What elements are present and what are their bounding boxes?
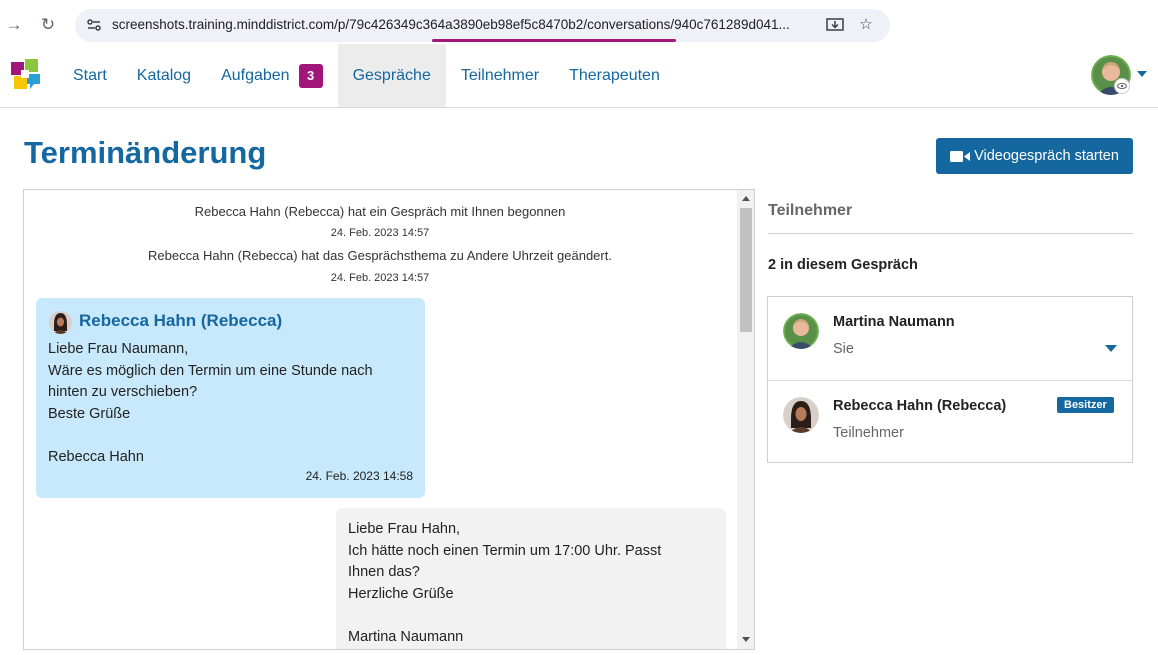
nav-start-label: Start bbox=[73, 66, 107, 84]
conversation-scrollbar[interactable] bbox=[737, 190, 754, 649]
nav-gespraeche-label: Gespräche bbox=[352, 66, 431, 84]
nav-gespraeche[interactable]: Gespräche bbox=[337, 44, 446, 107]
message-body: Liebe Frau Naumann, Wäre es möglich den … bbox=[48, 341, 373, 465]
incoming-message: Rebecca Hahn (Rebecca) Liebe Frau Nauman… bbox=[36, 298, 425, 498]
browser-toolbar: → ↻ screenshots.training.minddistrict.co… bbox=[0, 0, 1158, 48]
nav-teilnehmer[interactable]: Teilnehmer bbox=[446, 44, 554, 107]
url-rest: /conversations/940c761289d041... bbox=[583, 17, 790, 32]
participant-name: Martina Naumann bbox=[833, 314, 955, 330]
url-highlight bbox=[432, 39, 676, 42]
participant-row[interactable]: Martina Naumann Sie bbox=[768, 297, 1132, 380]
start-video-call-button[interactable]: Videogespräch starten bbox=[936, 138, 1133, 174]
outgoing-message: Liebe Frau Hahn, Ich hätte noch einen Te… bbox=[336, 508, 726, 649]
message-body: Liebe Frau Hahn, Ich hätte noch einen Te… bbox=[348, 521, 662, 645]
conversation-panel[interactable]: Rebecca Hahn (Rebecca) hat ein Gespräch … bbox=[23, 189, 755, 650]
participant-role: Teilnehmer bbox=[833, 425, 904, 441]
nav-therapeuten[interactable]: Therapeuten bbox=[554, 44, 675, 107]
bookmark-star-icon[interactable]: ☆ bbox=[856, 15, 876, 35]
scroll-down-arrow-icon[interactable] bbox=[742, 637, 750, 642]
nav-katalog-label: Katalog bbox=[136, 66, 192, 84]
author-avatar bbox=[49, 311, 72, 334]
participant-name: Rebecca Hahn (Rebecca) bbox=[833, 398, 1007, 414]
owner-badge: Besitzer bbox=[1057, 397, 1114, 413]
participants-divider bbox=[768, 233, 1133, 234]
main-nav: Start Katalog Aufgaben 3 Gespräche Teilne… bbox=[58, 44, 675, 107]
url-text: screenshots.training.minddistrict.com/p/… bbox=[112, 17, 790, 32]
participant-row: Rebecca Hahn (Rebecca) Besitzer Teilnehm… bbox=[768, 380, 1132, 463]
reload-icon[interactable]: ↻ bbox=[37, 14, 59, 36]
user-menu-chevron-down-icon[interactable] bbox=[1137, 71, 1147, 77]
url-id: 79c426349c364a3890eb98ef5c8470b2 bbox=[349, 17, 584, 32]
scroll-up-arrow-icon[interactable] bbox=[742, 196, 750, 201]
address-bar[interactable]: screenshots.training.minddistrict.com/p/… bbox=[75, 9, 890, 42]
system-message: Rebecca Hahn (Rebecca) hat ein Gespräch … bbox=[194, 204, 566, 219]
message-time: 24. Feb. 2023 14:58 bbox=[305, 469, 413, 483]
nav-start[interactable]: Start bbox=[58, 44, 122, 107]
nav-teilnehmer-label: Teilnehmer bbox=[460, 66, 540, 84]
system-message-time: 24. Feb. 2023 14:57 bbox=[330, 272, 430, 284]
nav-aufgaben[interactable]: Aufgaben 3 bbox=[206, 44, 338, 107]
minddistrict-logo-icon[interactable] bbox=[11, 59, 41, 91]
forward-icon[interactable]: → bbox=[3, 14, 25, 36]
url-host: screenshots.training.minddistrict.com/p/ bbox=[112, 17, 350, 32]
install-app-icon[interactable] bbox=[825, 15, 845, 35]
participants-count: 2 in diesem Gespräch bbox=[768, 257, 918, 273]
nav-therapeuten-label: Therapeuten bbox=[569, 66, 660, 84]
nav-katalog[interactable]: Katalog bbox=[122, 44, 206, 107]
participant-avatar bbox=[783, 397, 819, 433]
participants-list: Martina Naumann Sie Rebecca Hahn (Rebecc… bbox=[767, 296, 1133, 463]
eye-icon bbox=[1114, 78, 1130, 94]
video-camera-icon bbox=[950, 150, 971, 162]
system-message: Rebecca Hahn (Rebecca) hat das Gesprächs… bbox=[148, 248, 612, 263]
participant-avatar bbox=[783, 313, 819, 349]
page-title: Terminänderung bbox=[24, 135, 267, 170]
message-author: Rebecca Hahn (Rebecca) bbox=[79, 311, 283, 330]
scroll-thumb[interactable] bbox=[740, 208, 752, 332]
system-message-time: 24. Feb. 2023 14:57 bbox=[330, 227, 430, 239]
participants-heading: Teilnehmer bbox=[768, 202, 853, 219]
chevron-down-icon[interactable] bbox=[1105, 345, 1117, 352]
tasks-count-badge: 3 bbox=[298, 63, 323, 88]
participant-role: Sie bbox=[833, 341, 854, 357]
app-header: Start Katalog Aufgaben 3 Gespräche Teilne… bbox=[0, 44, 1158, 108]
site-settings-icon[interactable] bbox=[85, 16, 103, 34]
start-video-call-label: Videogespräch starten bbox=[974, 148, 1119, 164]
nav-aufgaben-label: Aufgaben bbox=[221, 66, 290, 84]
